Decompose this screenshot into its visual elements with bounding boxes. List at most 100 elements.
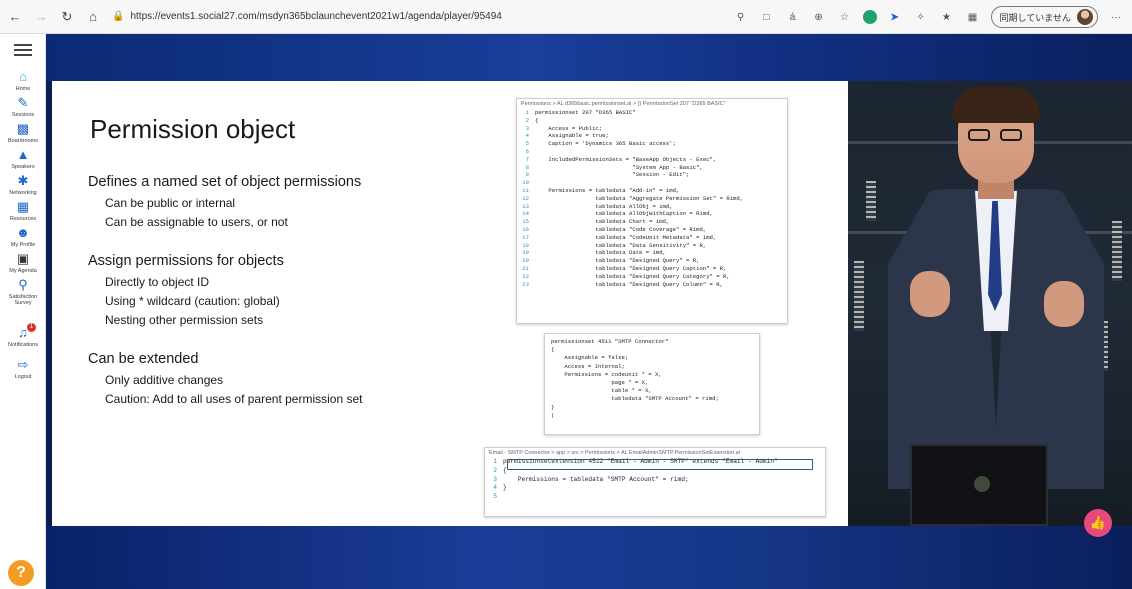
code-line: 12 tabledata "Aggregate Permission Set" … [517, 195, 787, 203]
like-button[interactable]: 👍 [1084, 509, 1112, 537]
monitor-logo-icon [974, 476, 990, 492]
line-number: 7 [525, 155, 529, 163]
line-number: 5 [493, 493, 497, 501]
code-text: { [551, 346, 555, 354]
code-line: 8 "System App - Basic", [517, 164, 787, 172]
code-text: tabledata "Aggregate Permission Set" = R… [535, 194, 744, 202]
code-line: Access = Internal; [545, 363, 759, 371]
code-text: IncludedPermissionSets = "BaseApp Object… [535, 155, 717, 163]
code-panel-smtp-connector: permissionset 4511 "SMTP Connector"{ Ass… [544, 333, 760, 435]
sidebar-item-label: Boardrooms [8, 138, 38, 144]
extension-icon[interactable] [862, 10, 877, 24]
line-number: 18 [522, 241, 529, 249]
speaker-hand-right [1044, 281, 1084, 327]
calendar-icon: ▣ [16, 251, 30, 266]
forward-icon[interactable]: → [30, 6, 52, 28]
code-line: tabledata "SMTP Account" = rimd; [545, 395, 759, 403]
favorites-icon[interactable]: ★ [939, 9, 955, 25]
refresh-icon[interactable]: ↻ [56, 6, 78, 28]
code-line: 13 tabledata AllObj = imd, [517, 203, 787, 211]
bullet-heading: Defines a named set of object permission… [88, 174, 362, 190]
code-panel-permissionset: Permissions > AL d365basic.permissionset… [516, 98, 788, 324]
sidebar-item-resources[interactable]: ▦ Resources [0, 200, 46, 223]
bullet-item: Nesting other permission sets [105, 313, 264, 327]
extensions-icon[interactable]: ✧ [913, 9, 929, 25]
code-line: table * = X, [545, 387, 759, 395]
sidebar-item-notifications[interactable]: ♫ 1 Notifications [0, 323, 46, 348]
bullet-group: Assign permissions for objects Directly … [88, 253, 468, 330]
code-text: Permissions = tabledata "Add-in" = imd, [535, 186, 680, 194]
help-button[interactable]: ? [8, 560, 34, 586]
code-breadcrumb: Permissions > AL d365basic.permissionset… [521, 101, 726, 107]
browser-toolbar: ← → ↻ ⌂ 🔒 https://events1.social27.com/m… [0, 0, 1132, 34]
code-text: tabledata "Designed Query Column" = R, [535, 280, 723, 288]
collections-icon[interactable]: ▦ [965, 9, 981, 25]
code-text: "System App - Basic", [535, 163, 703, 171]
line-number: 1 [525, 109, 529, 116]
key-icon[interactable]: ⚲ [733, 9, 749, 25]
sidebar-item-networking[interactable]: ✱ Networking [0, 174, 46, 197]
sidebar-item-satisfaction-survey[interactable]: ⚲ Satisfaction Survey [0, 278, 46, 307]
line-number: 23 [522, 280, 529, 288]
tab-icon[interactable]: □ [759, 9, 775, 25]
bullet-item: Directly to object ID [105, 275, 210, 289]
code-line: 18 tabledata "Data Sensitivity" = R, [517, 242, 787, 250]
menu-icon[interactable] [14, 44, 32, 59]
highlight-box [507, 459, 813, 470]
read-aloud-icon[interactable]: á [785, 9, 801, 25]
code-text: Caption = 'Dynamics 365 Basic access'; [535, 140, 676, 148]
line-number: 3 [525, 124, 529, 132]
line-number: 8 [525, 163, 529, 171]
code-panel-permissionsetextension: Email - SMTP Connector > app > src > Per… [484, 447, 826, 517]
notification-badge: 1 [27, 323, 36, 332]
home-icon[interactable]: ⌂ [82, 6, 104, 28]
zoom-icon[interactable]: ⊕ [811, 9, 827, 25]
code-text: table * = X, [551, 387, 652, 395]
address-bar[interactable]: 🔒 https://events1.social27.com/msdyn365b… [112, 5, 682, 29]
sidebar-item-boardrooms[interactable]: ▩ Boardrooms [0, 122, 46, 145]
code-text: } [503, 484, 507, 492]
sidebar-item-label: My Agenda [9, 268, 37, 274]
line-number: 20 [522, 257, 529, 265]
extension-arrow-icon[interactable]: ➤ [887, 9, 903, 25]
back-icon[interactable]: ← [4, 6, 26, 28]
code-line: 20 tabledata "Designed Query" = R, [517, 257, 787, 265]
line-number: 12 [522, 194, 529, 202]
code-line: 3 Permissions = tabledata "SMTP Account"… [485, 476, 825, 485]
sidebar-item-logout[interactable]: ⇨ Logout [0, 358, 46, 381]
bullet-group: Can be extended Only additive changes Ca… [88, 351, 468, 409]
code-text: page * = X, [551, 378, 649, 386]
bullet-item: Using * wildcard (caution: global) [105, 294, 280, 308]
profile-button[interactable]: 同期していません [990, 6, 1098, 28]
sidebar-item-my-profile[interactable]: ☻ My Profile [0, 226, 46, 249]
code-text: "Session - Edit"; [535, 171, 690, 179]
event-sidebar: ⌂ Home ✎ Sessions ▩ Boardrooms ▲ Speaker… [0, 34, 46, 589]
presentation-slide: Permission object Defines a named set of… [52, 81, 848, 526]
sidebar-item-label: Speakers [11, 164, 35, 170]
player-banner-top [46, 34, 1132, 81]
code-line: 3 Access = Public; [517, 125, 787, 133]
code-line: 4} [485, 484, 825, 493]
sidebar-item-label: Notifications [8, 342, 38, 348]
code-text: tabledata Date = imd, [535, 249, 666, 257]
code-text: Assignable = true; [535, 132, 609, 140]
pen-icon: ✎ [17, 95, 29, 110]
code-line: permissionset 4511 "SMTP Connector" [545, 338, 759, 346]
code-text: tabledata "Designed Query Category" = R, [535, 272, 730, 280]
sidebar-item-sessions[interactable]: ✎ Sessions [0, 95, 46, 119]
favorite-add-icon[interactable]: ☆ [837, 9, 853, 25]
more-icon[interactable]: ··· [1108, 9, 1124, 25]
video-player[interactable]: Permission object Defines a named set of… [46, 34, 1132, 589]
slide-bullets: Defines a named set of object permission… [88, 174, 468, 430]
sidebar-item-home[interactable]: ⌂ Home [0, 70, 46, 93]
bullet-item: Caution: Add to all uses of parent permi… [105, 392, 363, 406]
code-line: 22 tabledata "Designed Query Category" =… [517, 273, 787, 281]
line-number: 4 [525, 132, 529, 140]
sidebar-item-speakers[interactable]: ▲ Speakers [0, 148, 46, 171]
browser-tools: ⚲ □ á ⊕ ☆ ➤ ✧ ★ ▦ 同期していません ··· [733, 6, 1124, 28]
code-text: tabledata "Data Sensitivity" = R, [535, 241, 707, 249]
profile-label: 同期していません [999, 12, 1071, 23]
line-number: 13 [522, 202, 529, 210]
sidebar-item-my-agenda[interactable]: ▣ My Agenda [0, 251, 46, 275]
